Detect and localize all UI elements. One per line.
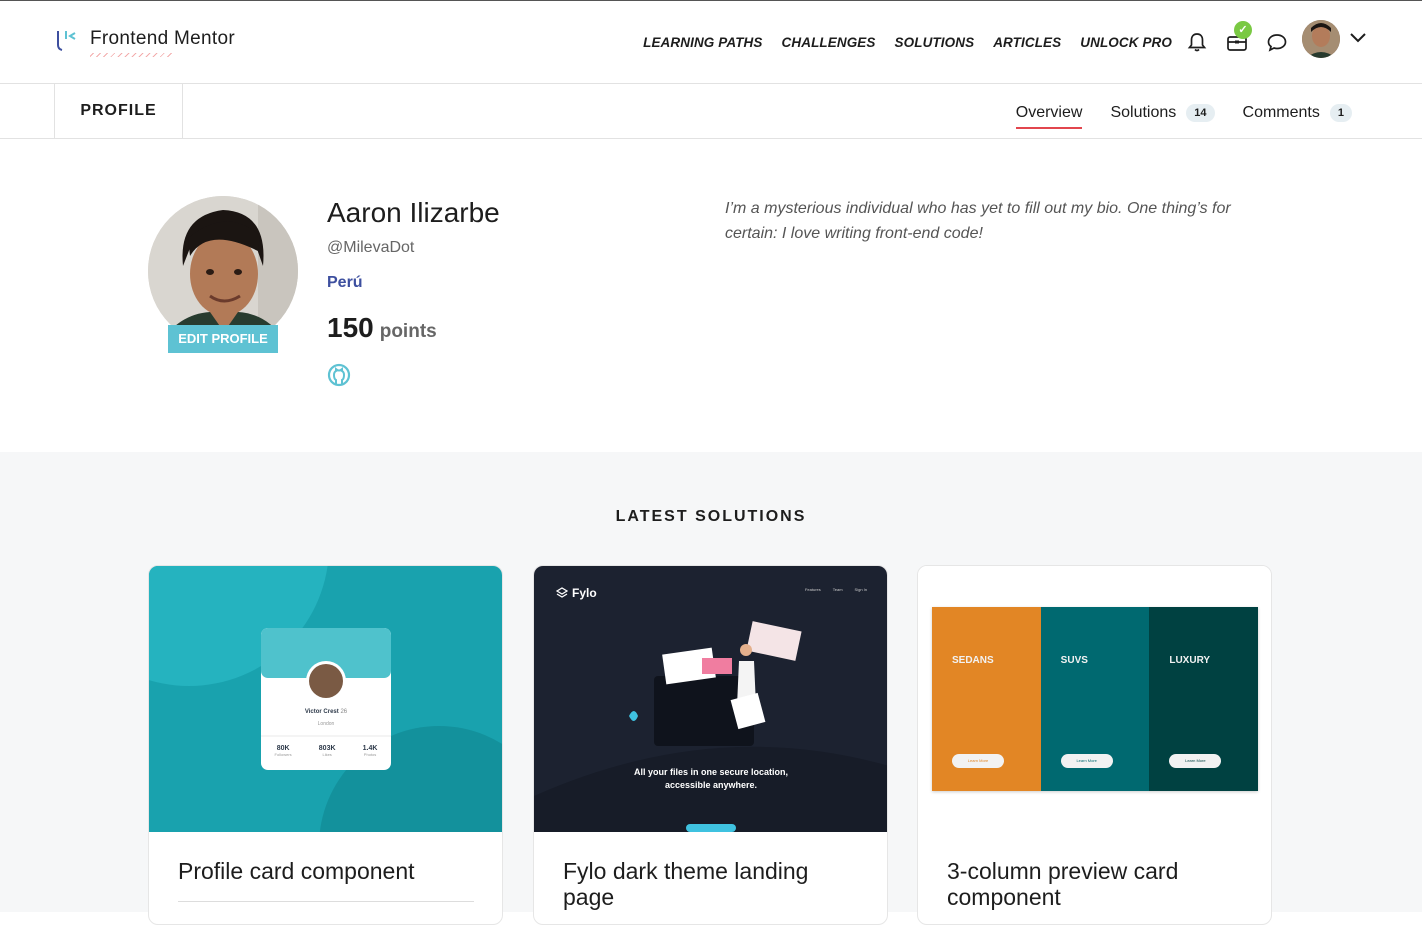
preview-learn-button: Learn More [1169, 754, 1222, 768]
preview-column-title: SEDANS [952, 655, 994, 666]
preview-learn-button: Learn More [952, 754, 1004, 768]
tab-solutions[interactable]: Solutions 14 [1110, 100, 1215, 126]
nav-challenges[interactable]: CHALLENGES [782, 35, 876, 50]
solution-preview-image: SEDANS Learn More SUVS Learn More LUXURY… [918, 566, 1271, 832]
profile-hero: EDIT PROFILE Aaron Ilizarbe @MilevaDot P… [0, 139, 1422, 452]
nav-articles[interactable]: ARTICLES [993, 35, 1061, 50]
preview-stat-value: 80K [276, 745, 290, 752]
fylo-logo-icon [556, 587, 568, 598]
preview-link: Team [832, 587, 843, 592]
card-divider [178, 901, 474, 902]
chevron-down-icon[interactable] [1349, 31, 1367, 45]
logo[interactable]: Frontend Mentor [52, 25, 235, 57]
preview-person-age: 26 [340, 709, 348, 715]
preview-stat: 1.4K Photos [363, 745, 378, 757]
preview-column-title: LUXURY [1169, 655, 1211, 666]
preview-link: Features [804, 587, 821, 592]
nav-solutions[interactable]: SOLUTIONS [895, 35, 975, 50]
edit-profile-button[interactable]: EDIT PROFILE [168, 325, 278, 353]
nav-unlock-pro[interactable]: UNLOCK PRO [1080, 35, 1172, 50]
preview-learn-button: Learn More [1060, 754, 1113, 768]
preview-stat: 803K Likes [319, 745, 336, 757]
solution-card[interactable]: Fylo Features Team Sign In All your file… [533, 565, 888, 925]
user-avatar[interactable] [1302, 20, 1340, 58]
github-icon[interactable] [327, 363, 351, 387]
check-badge-icon: ✓ [1234, 21, 1252, 39]
chat-bubble-icon[interactable] [1266, 31, 1288, 53]
frontend-mentor-logo-icon [57, 31, 76, 51]
profile-handle: @MilevaDot [327, 239, 415, 256]
solution-title[interactable]: Fylo dark theme landing page [563, 858, 859, 910]
solution-preview-image: Victor Crest 26 London 80K Followers 803K… [149, 566, 502, 832]
preview-person-city: London [317, 721, 335, 727]
tab-label: Overview [1015, 104, 1083, 121]
profile-country[interactable]: Perú [327, 274, 363, 292]
tab-label: Solutions [1110, 104, 1177, 121]
main-nav: LEARNING PATHS CHALLENGES SOLUTIONS ARTI… [643, 35, 1172, 50]
tab-comments[interactable]: Comments 1 [1243, 100, 1352, 126]
header-icons: ✓ [1186, 21, 1288, 53]
preview-stat-label: Likes [322, 752, 332, 757]
solution-card[interactable]: Victor Crest 26 London 80K Followers 803K… [148, 565, 503, 925]
preview-stat-label: Photos [363, 752, 377, 757]
bell-icon[interactable] [1186, 31, 1208, 53]
profile-section-label: PROFILE [54, 84, 183, 138]
nav-learning-paths[interactable]: LEARNING PATHS [643, 35, 762, 50]
comments-count-badge: 1 [1329, 104, 1352, 122]
profile-photo [148, 196, 298, 346]
latest-solutions-section: LATEST SOLUTIONS Victor Crest 26 London … [0, 452, 1422, 925]
solution-title[interactable]: 3-column preview card component [947, 858, 1243, 910]
profile-subnav: PROFILE Overview Solutions 14 Comments 1 [0, 84, 1422, 139]
solution-title[interactable]: Profile card component [178, 858, 474, 884]
profile-points: 150 points [327, 312, 437, 344]
solution-preview-image: Fylo Features Team Sign In All your file… [534, 566, 887, 832]
tab-overview[interactable]: Overview [1015, 100, 1083, 129]
wallet-icon[interactable]: ✓ [1226, 21, 1252, 53]
preview-stat-label: Followers [274, 752, 292, 757]
preview-headline: All your files in one secure location, a… [633, 767, 789, 790]
preview-stat-value: 1.4K [362, 745, 378, 752]
preview-person-name: Victor Crest [304, 709, 339, 715]
profile-bio: I’m a mysterious individual who has yet … [725, 200, 1231, 242]
profile-name: Aaron Ilizarbe [327, 197, 500, 228]
points-value: 150 [327, 312, 374, 343]
preview-stat: 80K Followers [275, 745, 292, 757]
profile-tabs: Overview Solutions 14 Comments 1 [1015, 100, 1352, 129]
preview-logo: Fylo [572, 586, 597, 600]
preview-column-title: SUVS [1060, 655, 1088, 666]
points-label: points [379, 321, 437, 342]
brand-name: Frontend Mentor [90, 28, 235, 57]
section-title: LATEST SOLUTIONS [615, 508, 807, 525]
top-navbar: Frontend Mentor LEARNING PATHS CHALLENGE… [0, 0, 1422, 84]
preview-stat-value: 803K [318, 745, 336, 752]
solution-card[interactable]: SEDANS Learn More SUVS Learn More LUXURY… [917, 565, 1272, 925]
tab-label: Comments [1242, 104, 1320, 121]
preview-link: Sign In [854, 587, 867, 592]
solutions-count-badge: 14 [1186, 104, 1215, 122]
